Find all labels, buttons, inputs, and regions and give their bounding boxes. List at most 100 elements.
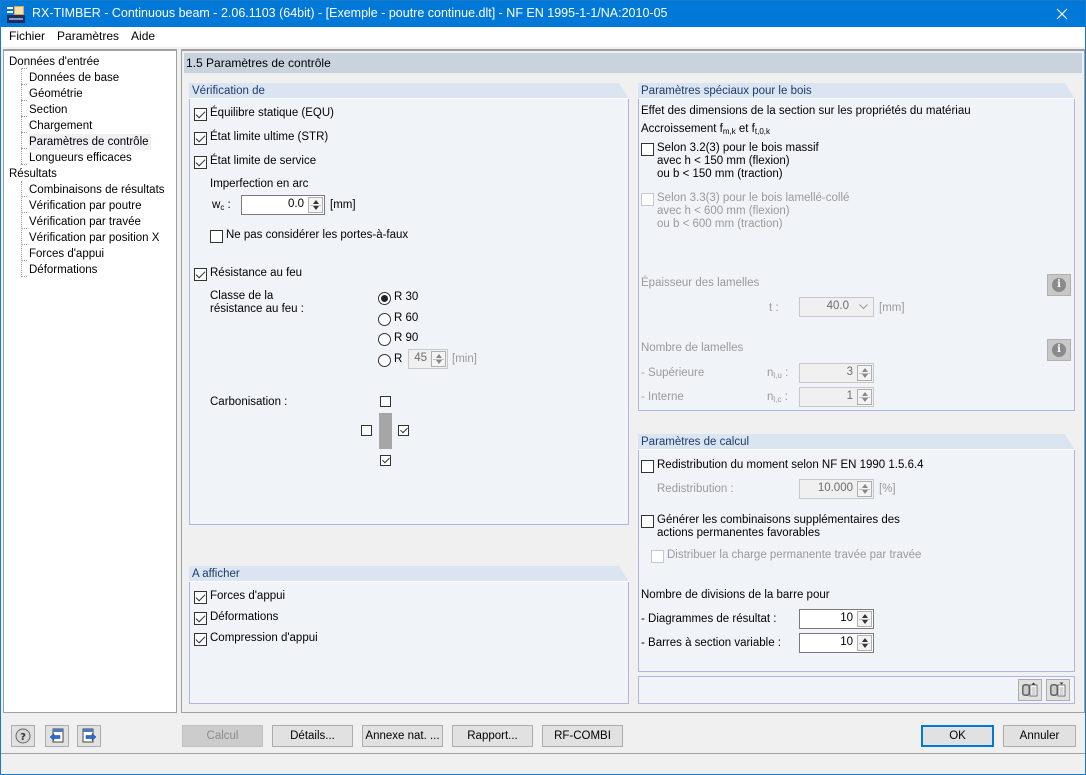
cantilever-checkbox[interactable] [210, 230, 223, 243]
fire-checkbox[interactable] [194, 268, 207, 281]
display-compression-checkbox[interactable] [194, 633, 207, 646]
diagrams-spinner[interactable] [857, 611, 872, 627]
radio-r30[interactable] [378, 292, 391, 305]
radio-r90[interactable] [378, 333, 391, 346]
redist-input[interactable]: 10.000 [799, 479, 874, 499]
tree-item-geometrie[interactable]: Géométrie [29, 86, 83, 102]
tree-item-section[interactable]: Section [29, 102, 67, 118]
ok-button[interactable]: OK [921, 725, 994, 747]
menu-bar: Fichier Paramètres Aide [1, 27, 1085, 47]
glulam-checkbox[interactable] [641, 193, 654, 206]
upper-count-input[interactable]: 3 [799, 363, 874, 383]
next-button[interactable] [77, 725, 101, 747]
upper-count-spinner[interactable] [857, 365, 872, 381]
tree-connector [21, 148, 27, 149]
radio-r90-label: R 90 [394, 332, 419, 344]
redist-spinner[interactable] [857, 481, 872, 497]
radio-r60[interactable] [378, 313, 391, 326]
charring-left-checkbox[interactable] [361, 425, 372, 436]
calc-button[interactable]: Calcul [182, 725, 263, 747]
wc-spinner-buttons[interactable] [308, 197, 323, 213]
radio-r-custom[interactable] [378, 354, 391, 367]
tree-group-input[interactable]: Données d'entrée [9, 54, 99, 70]
fire-custom-value: 45 [414, 352, 427, 364]
solid-wood-line3: ou b < 150 mm (traction) [657, 168, 783, 180]
redistribution-checkbox[interactable] [641, 460, 654, 473]
thickness-info-button[interactable]: i [1047, 274, 1071, 296]
export-icon [1022, 682, 1038, 697]
display-forces-checkbox[interactable] [194, 591, 207, 604]
charring-bottom-checkbox[interactable] [380, 455, 391, 466]
tree-item-longueurs-efficaces[interactable]: Longueurs efficaces [29, 150, 132, 166]
info-icon: i [1052, 278, 1066, 292]
report-button[interactable]: Rapport... [452, 725, 533, 747]
els-label: État limite de service [210, 155, 317, 167]
navigator-tree: Données d'entrée Données de base Géométr… [3, 49, 177, 713]
tree-item-verif-position-x[interactable]: Vérification par position X [29, 230, 159, 246]
annex-button[interactable]: Annexe nat. ... [362, 725, 443, 747]
els-checkbox[interactable] [194, 156, 207, 169]
tree-item-verif-poutre[interactable]: Vérification par poutre [29, 198, 142, 214]
inner-symbol: nl,c : [767, 391, 788, 404]
tree-connector [21, 228, 27, 229]
inner-count-spinner[interactable] [857, 389, 872, 405]
variable-spinner[interactable] [857, 635, 872, 651]
tree-item-combinaisons[interactable]: Combinaisons de résultats [29, 182, 165, 198]
import-params-button[interactable] [1046, 679, 1070, 701]
charring-right-checkbox[interactable] [398, 425, 409, 436]
generate-combinations-checkbox[interactable] [641, 515, 654, 528]
str-checkbox[interactable] [194, 132, 207, 145]
count-info-button[interactable]: i [1047, 339, 1071, 361]
close-button[interactable] [1039, 1, 1085, 27]
help-button[interactable]: ? [11, 725, 35, 747]
equ-label: Équilibre statique (EQU) [210, 107, 334, 119]
generate-line1: Générer les combinaisons supplémentaires… [657, 514, 900, 526]
tree-item-chargement[interactable]: Chargement [29, 118, 92, 134]
imperfection-label: Imperfection en arc [210, 178, 309, 190]
tree-item-verif-travee[interactable]: Vérification par travée [29, 214, 141, 230]
cancel-button[interactable]: Annuler [1003, 725, 1076, 747]
variable-input[interactable]: 10 [799, 633, 874, 653]
arrow-right-icon [82, 728, 97, 743]
fire-class-label-1: Classe de la [210, 290, 274, 302]
tree-item-parametres-de-controle[interactable]: Paramètres de contrôle [29, 134, 151, 150]
inner-count-input[interactable]: 1 [799, 387, 874, 407]
display-forces-label: Forces d'appui [210, 590, 286, 602]
group-wood-title: Paramètres spéciaux pour le bois [638, 83, 1075, 99]
group-verification: Vérification de Équilibre statique (EQU)… [189, 83, 629, 525]
close-icon [1056, 8, 1068, 20]
tree-item-donnees-de-base[interactable]: Données de base [29, 70, 119, 86]
tree-item-deformations[interactable]: Déformations [29, 262, 97, 278]
glulam-line3: ou b < 600 mm (traction) [657, 218, 783, 230]
wc-value: 0.0 [288, 198, 304, 210]
fire-custom-spinner-buttons[interactable] [431, 351, 446, 367]
inner-colon: : [784, 391, 788, 403]
previous-button[interactable] [45, 725, 69, 747]
charring-top-checkbox[interactable] [380, 396, 391, 407]
main-panel: 1.5 Paramètres de contrôle Vérification … [181, 49, 1085, 713]
menu-aide[interactable]: Aide [126, 27, 160, 47]
inner-label: - Interne [641, 391, 684, 403]
solid-wood-checkbox[interactable] [641, 143, 654, 156]
count-label: Nombre de lamelles [641, 342, 744, 354]
wc-input[interactable]: 0.0 [241, 195, 325, 215]
diagrams-input[interactable]: 10 [799, 609, 874, 629]
menu-parametres[interactable]: Paramètres [52, 27, 124, 47]
wc-colon: : [227, 199, 231, 211]
cross-section-diagram [379, 413, 392, 449]
equ-checkbox[interactable] [194, 108, 207, 121]
tree-connector [21, 164, 27, 165]
details-button[interactable]: Détails... [272, 725, 353, 747]
tree-item-forces-appui[interactable]: Forces d'appui [29, 246, 104, 262]
distribute-checkbox[interactable] [651, 550, 664, 563]
export-params-button[interactable] [1018, 679, 1042, 701]
display-deformations-checkbox[interactable] [194, 612, 207, 625]
rfcombi-button[interactable]: RF-COMBI [542, 725, 623, 747]
title-bar: RX-TIMBER - Continuous beam - 2.06.1103 … [1, 1, 1085, 27]
fire-custom-input[interactable]: 45 [408, 349, 448, 369]
divisions-label: Nombre de divisions de la barre pour [641, 589, 830, 601]
menu-fichier[interactable]: Fichier [4, 27, 50, 47]
thickness-dropdown[interactable]: 40.0 [799, 297, 874, 317]
wc-subscript: c [220, 203, 225, 212]
tree-group-results[interactable]: Résultats [9, 166, 57, 182]
